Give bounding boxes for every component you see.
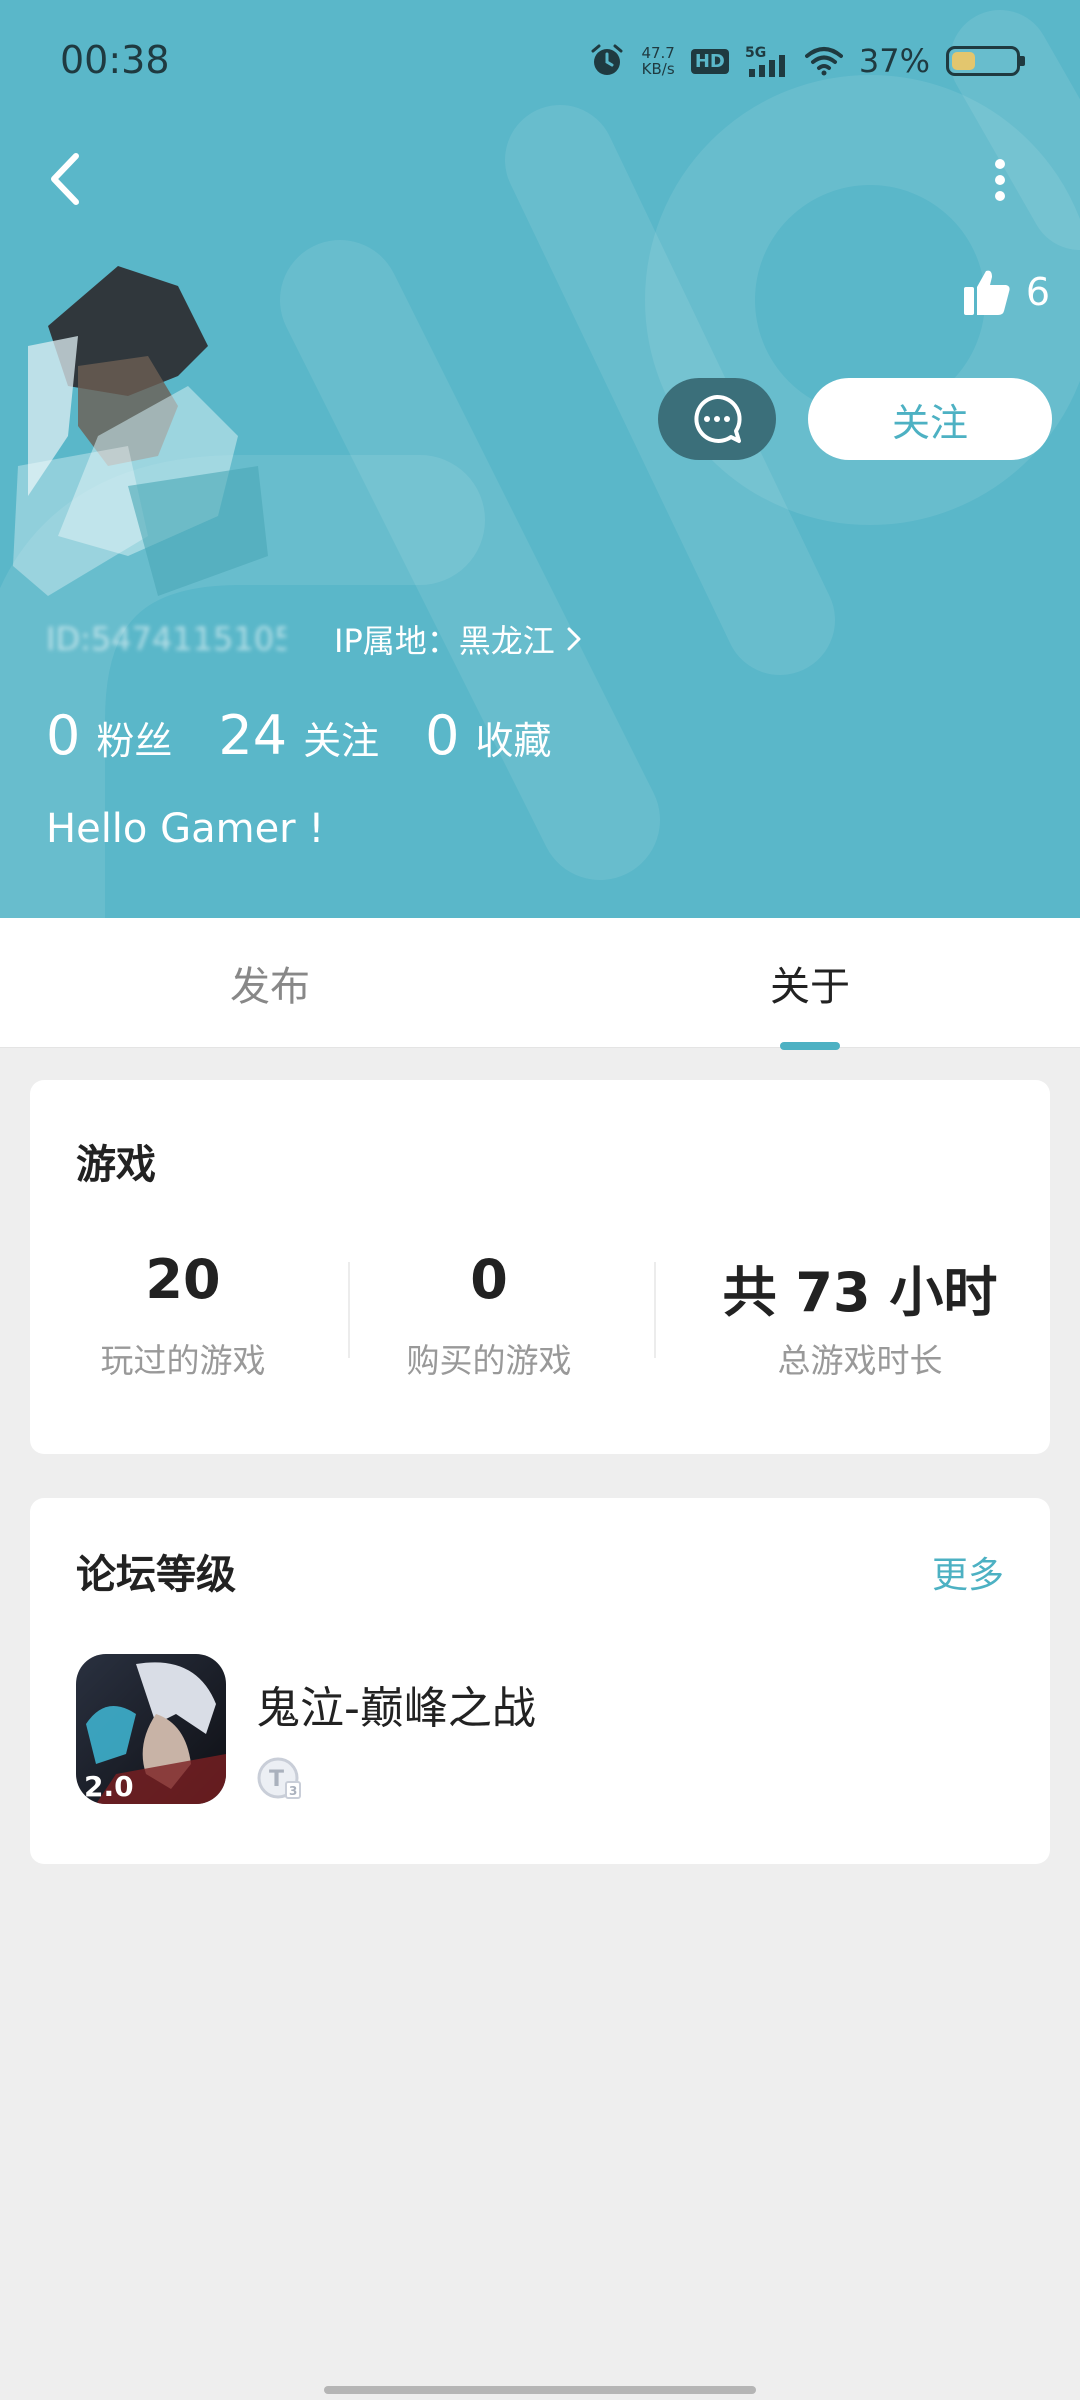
signal-5g-icon: 5G [745, 45, 785, 77]
wifi-icon [804, 47, 843, 76]
divider [654, 1262, 656, 1358]
chevron-right-icon [567, 627, 581, 651]
purchased-games-stat[interactable]: 0 购买的游戏 [336, 1248, 642, 1382]
svg-text:3: 3 [289, 1784, 297, 1798]
status-bar: 00:38 47.7 KB/s HD 5G 37% [0, 0, 1080, 124]
svg-text:T: T [269, 1767, 284, 1792]
purchased-games-value: 0 [470, 1248, 508, 1311]
signal-5g-text: 5G [745, 45, 766, 61]
user-bio: Hello Gamer ! [46, 806, 325, 852]
status-icons: 47.7 KB/s HD 5G 37% [573, 38, 1025, 84]
active-tab-indicator [780, 1042, 840, 1050]
tab-about[interactable]: 关于 [540, 918, 1080, 1050]
level-badge-icon: T 3 [257, 1757, 301, 1799]
forum-level-card: 论坛等级 更多 2.0 鬼泣-巅峰之战 T 3 [30, 1498, 1050, 1864]
network-speed-value: 47.7 [641, 44, 675, 62]
played-games-stat[interactable]: 20 玩过的游戏 [30, 1248, 336, 1382]
more-link[interactable]: 更多 [932, 1546, 1004, 1598]
status-time: 00:38 [60, 38, 170, 82]
stat-fans-label: 粉丝 [96, 719, 173, 763]
ip-location-label: IP属地：黑龙江 [334, 622, 555, 660]
chat-bubble-icon [694, 394, 742, 443]
stat-fans-value: 0 [46, 704, 81, 767]
stat-favorites[interactable]: 0 收藏 [425, 704, 551, 767]
games-card-title: 游戏 [76, 1142, 156, 1188]
game-name: 鬼泣-巅峰之战 [256, 1683, 536, 1734]
home-indicator[interactable] [324, 2386, 756, 2394]
ip-location-link[interactable]: IP属地：黑龙江 [334, 616, 583, 662]
game-icon-badge: 2.0 [84, 1770, 134, 1803]
stat-favorites-value: 0 [425, 704, 460, 767]
more-options-button[interactable] [980, 150, 1020, 210]
forum-level-title: 论坛等级 [76, 1552, 236, 1598]
game-icon: 2.0 [76, 1654, 226, 1804]
follow-button[interactable]: 关注 [808, 378, 1052, 460]
user-id: ID:5474115105 [46, 620, 286, 658]
tab-posts[interactable]: 发布 [0, 918, 540, 1048]
like-count: 6 [1025, 270, 1050, 314]
hd-icon: HD [690, 48, 729, 74]
games-card: 游戏 20 玩过的游戏 0 购买的游戏 共 73 小时 总游戏时长 [30, 1080, 1050, 1454]
back-button[interactable] [38, 146, 94, 212]
stat-favorites-label: 收藏 [475, 719, 552, 763]
id-row: ID:5474115105 IP属地：黑龙江 [46, 614, 583, 664]
stat-following-value: 24 [218, 704, 288, 767]
battery-level-fill [952, 52, 975, 70]
profile-tabs: 发布 关于 [0, 918, 1080, 1050]
profile-stats: 0 粉丝 24 关注 0 收藏 [46, 704, 597, 774]
stat-following[interactable]: 24 关注 [218, 704, 379, 767]
like-counter[interactable]: 6 [962, 262, 1050, 322]
total-playtime-label: 总游戏时长 [777, 1341, 943, 1380]
played-games-value: 20 [145, 1248, 221, 1311]
battery-icon [946, 46, 1025, 76]
battery-percent: 37% [858, 42, 930, 80]
profile-header: 00:38 47.7 KB/s HD 5G 37% 6 关注 ID:547411… [0, 0, 1080, 918]
played-games-label: 玩过的游戏 [100, 1341, 266, 1380]
alarm-icon [591, 44, 623, 75]
stat-fans[interactable]: 0 粉丝 [46, 704, 172, 767]
message-button[interactable] [658, 378, 776, 460]
network-speed: 47.7 KB/s [641, 45, 674, 77]
tab-about-label: 关于 [770, 964, 850, 1010]
network-speed-unit: KB/s [641, 60, 675, 78]
purchased-games-label: 购买的游戏 [406, 1341, 572, 1380]
forum-level-item[interactable]: 2.0 鬼泣-巅峰之战 T 3 [76, 1654, 1006, 1806]
avatar[interactable] [8, 236, 278, 606]
total-playtime-value: 共 73 小时 [722, 1261, 998, 1324]
total-playtime-stat: 共 73 小时 总游戏时长 [690, 1248, 1030, 1382]
stat-following-label: 关注 [303, 719, 380, 763]
thumbs-up-icon [963, 270, 1010, 315]
